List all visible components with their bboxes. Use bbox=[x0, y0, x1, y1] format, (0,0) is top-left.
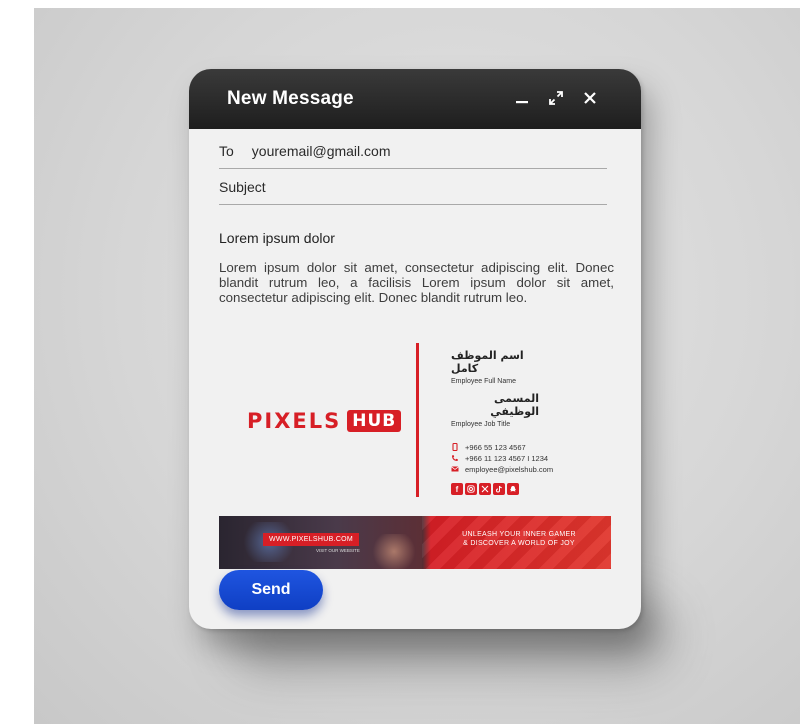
company-logo: PIXELS HUB bbox=[247, 409, 402, 433]
banner-website-link[interactable]: WWW.PIXELSHUB.COM bbox=[263, 533, 360, 546]
banner-tagline-line-1: UNLEASH YOUR INNER GAMER bbox=[462, 531, 576, 538]
mobile-icon bbox=[452, 443, 458, 451]
expand-button[interactable] bbox=[543, 85, 569, 111]
instagram-icon[interactable] bbox=[465, 483, 477, 495]
phone-row: +966 11 123 4567 I 1234 bbox=[451, 453, 611, 463]
banner-light bbox=[369, 534, 419, 569]
phone-icon bbox=[452, 455, 458, 461]
close-icon bbox=[584, 92, 596, 104]
message-body[interactable]: Lorem ipsum dolor sit amet, consectetur … bbox=[219, 260, 614, 305]
mail-icon bbox=[451, 466, 459, 472]
close-button[interactable] bbox=[577, 85, 603, 111]
to-label: To bbox=[219, 142, 234, 159]
signature-divider bbox=[416, 343, 419, 497]
subject-field[interactable]: Subject bbox=[219, 169, 607, 205]
job-title: Employee Job Title bbox=[451, 421, 511, 428]
banner-tagline: UNLEASH YOUR INNER GAMER & DISCOVER A WO… bbox=[439, 530, 599, 548]
send-button[interactable]: Send bbox=[219, 570, 323, 610]
job-title-arabic: المسمى الوظيفي bbox=[490, 392, 539, 418]
employee-name: Employee Full Name bbox=[451, 378, 516, 385]
subject-label: Subject bbox=[219, 178, 266, 195]
logo-badge: HUB bbox=[347, 410, 402, 432]
tiktok-icon[interactable] bbox=[493, 483, 505, 495]
snapchat-icon[interactable] bbox=[507, 483, 519, 495]
minimize-button[interactable] bbox=[509, 85, 535, 111]
email-signature: PIXELS HUB اسم الموظف كامل Employee Full… bbox=[219, 341, 611, 499]
employee-name-arabic: اسم الموظف كامل bbox=[451, 349, 524, 375]
compose-window: New Message To youremail@gmail.com Subje… bbox=[189, 69, 641, 629]
signature-details: اسم الموظف كامل Employee Full Name المسم… bbox=[451, 349, 611, 495]
email-address[interactable]: employee@pixelshub.com bbox=[465, 465, 553, 474]
mobile-number: +966 55 123 4567 bbox=[465, 442, 526, 452]
window-title: New Message bbox=[227, 88, 354, 109]
banner-tagline-line-2: & DISCOVER A WORLD OF JOY bbox=[463, 540, 575, 547]
promo-banner[interactable]: WWW.PIXELSHUB.COM VISIT OUR WEBSITE UNLE… bbox=[219, 516, 611, 569]
to-input-value[interactable]: youremail@gmail.com bbox=[252, 143, 391, 159]
social-links: f bbox=[451, 483, 611, 495]
window-titlebar: New Message bbox=[189, 69, 641, 129]
banner-visit-text: VISIT OUR WEBSITE bbox=[316, 548, 360, 553]
phone-number: +966 11 123 4567 I 1234 bbox=[465, 453, 549, 463]
x-icon[interactable] bbox=[479, 483, 491, 495]
contact-list: +966 55 123 4567 +966 11 123 4567 I 1234… bbox=[451, 442, 611, 474]
facebook-icon[interactable]: f bbox=[451, 483, 463, 495]
expand-icon bbox=[549, 91, 563, 105]
logo-wordmark: PIXELS bbox=[247, 409, 342, 433]
message-heading: Lorem ipsum dolor bbox=[219, 230, 335, 246]
to-field[interactable]: To youremail@gmail.com bbox=[219, 133, 607, 169]
email-row: employee@pixelshub.com bbox=[451, 464, 611, 474]
mobile-row: +966 55 123 4567 bbox=[451, 442, 611, 452]
minimize-icon bbox=[516, 101, 528, 104]
